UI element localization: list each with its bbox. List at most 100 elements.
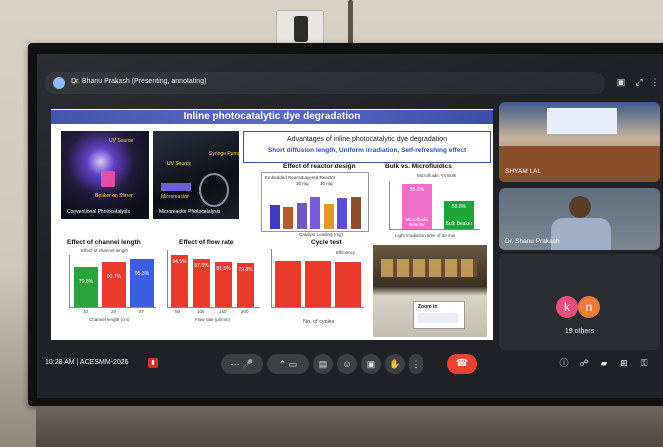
flow-rate-chart: 94.5% 50 87.5% 100 81.5% 150 79.8% 200 bbox=[167, 250, 260, 314]
leave-call-button[interactable]: ☎ bbox=[447, 354, 477, 374]
channel-length-tick: 10 bbox=[83, 309, 89, 314]
camera-icon[interactable]: ▭ bbox=[289, 359, 298, 369]
photo2-caption: Microreactor Photocatalysis bbox=[159, 209, 221, 215]
flow-rate-bar: 79.8% 200 bbox=[237, 263, 254, 314]
channel-length-value: 95.3% bbox=[134, 271, 150, 278]
flow-rate-bar: 87.5% 100 bbox=[193, 258, 210, 314]
mic-control[interactable]: ⋯ 🎤 bbox=[221, 354, 263, 374]
flow-rate-value: 81.5% bbox=[216, 266, 231, 273]
participant-body-image bbox=[551, 218, 611, 250]
reactor-legend-3: 16 mg bbox=[296, 181, 309, 186]
people-icon[interactable]: ☍ bbox=[577, 356, 591, 370]
recording-icon: ▮ bbox=[148, 358, 158, 368]
activities-icon[interactable]: ⊞ bbox=[617, 356, 631, 370]
coil-image bbox=[199, 173, 229, 207]
microfluidic-label: Microfluidic Reactor bbox=[405, 217, 429, 227]
flow-rate-tick: 100 bbox=[197, 309, 205, 314]
hangup-icon: ☎ bbox=[455, 358, 469, 369]
uv-source-label: UV Source bbox=[109, 138, 134, 144]
reactor-bar bbox=[296, 202, 307, 229]
lock-icon[interactable]: ⚿ bbox=[637, 356, 651, 370]
captions-icon: ▤ bbox=[318, 359, 328, 369]
flow-rate-title: Effect of flow rate bbox=[179, 239, 234, 246]
table-surface bbox=[36, 406, 663, 447]
avatar-n: n bbox=[578, 296, 600, 318]
others-count: 19 others bbox=[564, 328, 595, 335]
participant-tile-1[interactable]: SHYAM LAL bbox=[499, 102, 660, 182]
conventional-setup-photo: UV Source Beaker on Stirrer Conventional… bbox=[61, 131, 149, 219]
channel-length-value: 90.7% bbox=[106, 273, 122, 280]
layout-icon[interactable]: ▣ bbox=[615, 76, 627, 88]
captions-button[interactable]: ▤ bbox=[313, 354, 333, 374]
present-icon: ▣ bbox=[366, 359, 376, 369]
channel-length-bar: 95.3% 27 bbox=[130, 259, 154, 314]
avatar-k: k bbox=[556, 296, 578, 318]
raise-hand-button[interactable]: ✋ bbox=[385, 354, 405, 374]
bulk-beaker-bar: 58.8% Bulk Beaker bbox=[444, 201, 474, 229]
bulk-micro-title: Bulk vs. Microfluidics bbox=[385, 163, 452, 170]
meeting-code: ACESMM-2026 bbox=[79, 359, 129, 366]
photo1-caption: Conventional Photocatalysis bbox=[67, 209, 130, 215]
meeting-separator: | bbox=[76, 359, 79, 366]
bulk-beaker-label: Bulk Beaker bbox=[445, 221, 473, 227]
flow-rate-xlabel: Flow rate (µl/min) bbox=[195, 317, 230, 322]
chevron-up-icon[interactable]: ⌃ bbox=[279, 359, 287, 369]
cycle-bar bbox=[275, 260, 301, 307]
meeting-time: 10:28 AM bbox=[45, 359, 75, 366]
present-button[interactable]: ▣ bbox=[361, 354, 381, 374]
reactor-design-title: Effect of reactor design bbox=[283, 163, 356, 170]
flow-rate-tick: 150 bbox=[219, 309, 227, 314]
plug bbox=[294, 16, 308, 42]
reactor-xlabel: Catalyst Loading (mg) bbox=[299, 232, 344, 237]
mic-icon[interactable]: 🎤 bbox=[242, 359, 253, 369]
flow-rate-bar: 94.5% 50 bbox=[171, 255, 188, 314]
advantages-heading: Advantages of inline photocatalytic dye … bbox=[287, 136, 447, 143]
emoji-button[interactable]: ☺ bbox=[337, 354, 357, 374]
advantages-box: Advantages of inline photocatalytic dye … bbox=[243, 131, 491, 163]
cycle-legend: Efficiency bbox=[336, 250, 356, 255]
vials-photo: Zoom in bbox=[373, 245, 487, 337]
flow-rate-tick: 50 bbox=[175, 309, 181, 314]
microreactor-setup-photo: UV Source Syringe Pump Microreactor Micr… bbox=[153, 131, 241, 219]
stage-banner-image bbox=[547, 108, 617, 134]
beaker-label: Beaker on Stirrer bbox=[95, 193, 133, 199]
more-options-button[interactable]: ⋮ bbox=[409, 354, 423, 374]
bulk-micro-legend: Microfluidic Vs Bulk bbox=[417, 173, 457, 178]
channel-length-subtitle: Effect of channel length bbox=[81, 248, 128, 253]
participant-name-2: Dr. Shanu Prakash bbox=[505, 238, 560, 245]
reactor-bar bbox=[269, 205, 280, 229]
reactor-bar bbox=[283, 206, 293, 229]
emoji-icon: ☺ bbox=[342, 359, 352, 369]
zoom-in-label: Zoom in bbox=[418, 304, 438, 310]
microreactor-image bbox=[161, 183, 191, 191]
more-vert-icon: ⋮ bbox=[411, 359, 421, 369]
cycle-bar bbox=[335, 261, 361, 307]
reactor-legend-2: Layered Reactor bbox=[302, 175, 336, 180]
reactor-legend-4: 10 mg bbox=[320, 181, 333, 186]
reactor-bar bbox=[350, 197, 361, 229]
meet-screen: Dr. Bhanu Prakash (Presenting, annotatin… bbox=[37, 54, 663, 398]
more-icon[interactable]: ⋮ bbox=[649, 76, 661, 88]
more-dots-icon[interactable]: ⋯ bbox=[231, 359, 240, 369]
flow-rate-bar: 81.5% 150 bbox=[215, 262, 232, 314]
bulk-micro-chart: Microfluidic Vs Bulk 95.3% Microfluidic … bbox=[375, 172, 485, 232]
meeting-info: 10:28 AM | ACESMM-2026 bbox=[45, 359, 129, 366]
camera-control[interactable]: ⌃ ▭ bbox=[267, 354, 309, 374]
microreactor-label: Microreactor bbox=[161, 194, 189, 200]
presentation-slide: Inline photocatalytic dye degradation UV… bbox=[51, 109, 493, 340]
others-tile[interactable]: k n 19 others bbox=[499, 254, 660, 350]
zoom-popup: Zoom in bbox=[413, 301, 465, 329]
vials-row-image bbox=[381, 259, 477, 277]
presenter-label: Dr. Bhanu Prakash (Presenting, annotatin… bbox=[71, 78, 207, 85]
participant-tile-2[interactable]: Dr. Shanu Prakash bbox=[499, 188, 660, 250]
info-icon[interactable]: ⓘ bbox=[557, 356, 571, 370]
channel-length-tick: 20 bbox=[111, 309, 117, 314]
bulk-beaker-value: 58.8% bbox=[451, 204, 467, 211]
fullscreen-icon[interactable]: ⤢ bbox=[633, 76, 645, 88]
syringe-pump-label: Syringe Pump bbox=[209, 151, 241, 157]
flow-rate-value: 87.5% bbox=[194, 262, 209, 269]
cycle-test-xlabel: No. of cycles bbox=[303, 319, 335, 325]
cycle-test-chart: Efficiency bbox=[271, 249, 364, 308]
flow-rate-value: 79.8% bbox=[238, 267, 253, 274]
chat-icon[interactable]: ▰ bbox=[597, 356, 611, 370]
